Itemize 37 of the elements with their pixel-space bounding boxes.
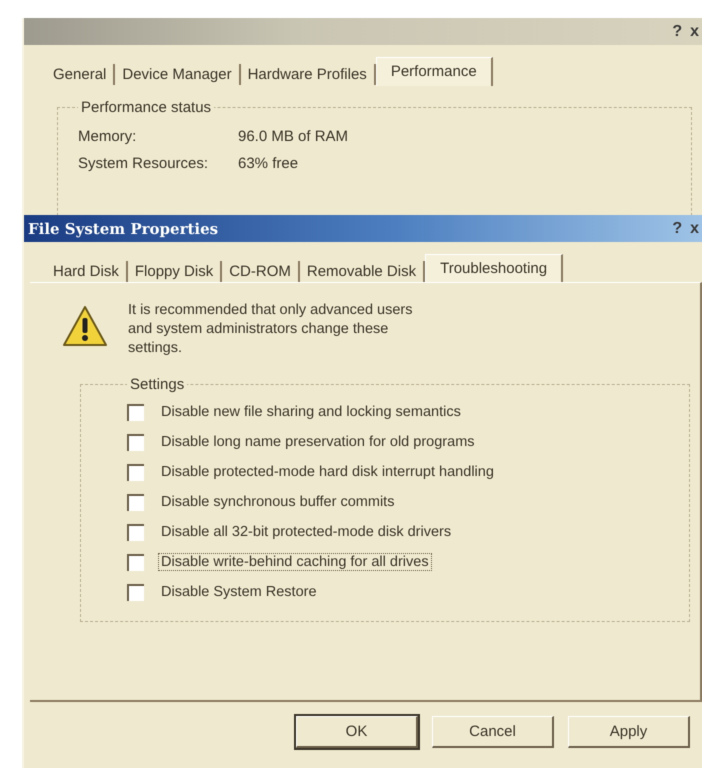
tab[interactable]: Device Manager	[115, 64, 241, 85]
tab[interactable]: General	[46, 64, 116, 85]
checkbox[interactable]	[127, 554, 144, 570]
ok-button[interactable]: OK	[296, 716, 418, 748]
status-label: Memory:	[78, 128, 138, 145]
option-label: Disable synchronous buffer commits	[160, 493, 396, 511]
tab[interactable]: Troubleshooting	[425, 254, 564, 283]
option-label: Disable new file sharing and locking semantics	[160, 403, 462, 421]
warning-text: It is recommended that only advanced users and system administrators change these settings.	[128, 301, 414, 358]
option-label: Disable System Restore	[160, 583, 318, 601]
tab[interactable]: Floppy Disk	[128, 261, 222, 282]
tab[interactable]: Performance	[376, 57, 493, 86]
checkbox[interactable]	[127, 404, 144, 420]
cancel-button[interactable]: Cancel	[432, 716, 554, 748]
checkbox[interactable]	[127, 584, 144, 600]
group-title: Settings	[129, 376, 186, 393]
window-title: File System Properties	[28, 220, 218, 238]
checkbox[interactable]	[127, 494, 144, 510]
close-button[interactable]: x	[687, 218, 702, 238]
close-button[interactable]: x	[687, 22, 702, 42]
option-label: Disable protected-mode hard disk interrupt handling	[160, 463, 495, 481]
status-label: System Resources:	[78, 155, 210, 172]
tab[interactable]: CD-ROM	[222, 261, 300, 282]
checkbox[interactable]	[127, 464, 144, 480]
option-label: Disable long name preservation for old programs	[160, 433, 476, 451]
option-label: Disable write-behind caching for all drives	[158, 553, 432, 571]
warning-icon	[62, 305, 108, 347]
tab[interactable]: Hard Disk	[46, 261, 128, 282]
status-value: 96.0 MB of RAM	[238, 128, 348, 145]
status-value: 63% free	[238, 155, 298, 172]
apply-button[interactable]: Apply	[568, 716, 690, 748]
option-label: Disable all 32-bit protected-mode disk drivers	[160, 523, 452, 541]
group-title: Performance status	[80, 99, 212, 116]
checkbox[interactable]	[127, 524, 144, 540]
checkbox[interactable]	[127, 434, 144, 450]
help-button[interactable]: ?	[669, 22, 686, 42]
help-button[interactable]: ?	[669, 218, 686, 238]
